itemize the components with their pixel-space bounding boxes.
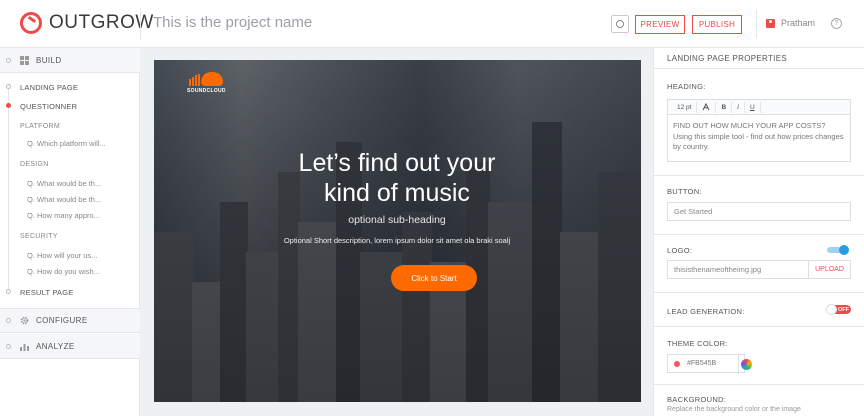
group-design: DESIGN bbox=[20, 161, 49, 168]
color-wheel-icon bbox=[741, 359, 752, 370]
heading-text[interactable]: FIND OUT HOW MUCH YOUR APP COSTS? Using … bbox=[668, 115, 850, 159]
project-name-field[interactable]: This is the project name bbox=[153, 14, 312, 31]
hero-title-line1: Let’s find out your bbox=[298, 149, 496, 177]
question-item[interactable]: Q. How do you wish... bbox=[27, 267, 100, 276]
divider bbox=[654, 384, 864, 385]
panel-title: LANDING PAGE PROPERTIES bbox=[667, 54, 787, 63]
publish-button[interactable]: PUBLISH bbox=[692, 15, 742, 34]
divider bbox=[654, 292, 864, 293]
heading-editor[interactable]: 12 pt B I U FIND OUT HOW MUCH YOUR APP C… bbox=[667, 99, 851, 162]
timeline-line bbox=[8, 84, 9, 294]
hero-title: Let’s find out your kind of music bbox=[154, 148, 641, 208]
bold-button[interactable]: B bbox=[716, 101, 733, 113]
button-text-input[interactable]: Get Started bbox=[667, 202, 851, 221]
hero-description: Optional Short description, lorem ipsum … bbox=[283, 236, 511, 245]
soundcloud-name: SOUNDCLOUD bbox=[187, 88, 226, 94]
question-item[interactable]: Q. Which platform will... bbox=[27, 139, 106, 148]
lead-generation-label: LEAD GENERATION: bbox=[667, 307, 745, 316]
editor-toolbar: 12 pt B I U bbox=[668, 100, 850, 115]
section-analyze[interactable]: ANALYZE bbox=[0, 334, 140, 359]
underline-button[interactable]: U bbox=[745, 101, 761, 113]
section-build[interactable]: BUILD bbox=[0, 48, 140, 73]
divider bbox=[654, 175, 864, 176]
question-item[interactable]: Q. What would be th... bbox=[27, 195, 101, 204]
brand-logo[interactable]: OUTGROW bbox=[20, 12, 154, 34]
text-color-icon[interactable] bbox=[697, 101, 717, 113]
italic-button[interactable]: I bbox=[732, 101, 745, 113]
timeline-dot bbox=[6, 318, 11, 323]
theme-color-label: THEME COLOR: bbox=[667, 339, 728, 348]
brand-name: OUTGROW bbox=[49, 12, 154, 33]
grid-icon bbox=[20, 55, 29, 65]
nav-questionner[interactable]: QUESTIONNER bbox=[20, 102, 77, 111]
lead-generation-toggle[interactable]: OFF bbox=[826, 304, 851, 315]
background-label: BACKGROUND: bbox=[667, 395, 727, 404]
logo-label: LOGO: bbox=[667, 246, 693, 255]
circle-icon bbox=[616, 20, 624, 28]
font-size-select[interactable]: 12 pt bbox=[672, 101, 698, 113]
bar-chart-icon bbox=[20, 343, 29, 351]
theme-color-value: #FB545B bbox=[687, 360, 717, 367]
section-analyze-label: ANALYZE bbox=[36, 341, 75, 351]
help-icon[interactable]: ? bbox=[831, 18, 842, 29]
question-item[interactable]: Q. How will your us... bbox=[27, 251, 97, 260]
section-configure-label: CONFIGURE bbox=[36, 316, 88, 325]
hero-title-line2: kind of music bbox=[324, 179, 470, 207]
preview-button[interactable]: PREVIEW bbox=[635, 15, 685, 34]
color-swatch bbox=[674, 360, 680, 367]
landing-page-preview: SOUNDCLOUD Let’s find out your kind of m… bbox=[154, 60, 641, 402]
timeline-dot bbox=[6, 84, 11, 89]
top-bar: OUTGROW This is the project name PREVIEW… bbox=[0, 0, 864, 48]
overlay bbox=[154, 60, 641, 402]
user-icon bbox=[766, 18, 775, 28]
soundcloud-logo: SOUNDCLOUD bbox=[187, 70, 227, 94]
settings-button[interactable] bbox=[611, 15, 629, 33]
gear-icon bbox=[20, 316, 29, 325]
hero-subheading: optional sub-heading bbox=[348, 214, 446, 226]
upload-button[interactable]: UPLOAD bbox=[809, 260, 851, 279]
properties-panel: LANDING PAGE PROPERTIES HEADING: 12 pt B… bbox=[653, 48, 864, 416]
group-platform: PLATFORM bbox=[20, 123, 60, 130]
question-item[interactable]: Q. What would be th... bbox=[27, 179, 101, 188]
timeline-dot-active bbox=[6, 103, 11, 108]
section-configure[interactable]: CONFIGURE bbox=[0, 308, 140, 333]
divider bbox=[654, 326, 864, 327]
logo-file-input[interactable]: thisisthenameoftheimg.jpg bbox=[667, 260, 809, 279]
soundcloud-icon bbox=[187, 70, 223, 86]
divider bbox=[654, 234, 864, 235]
user-name: Pratham bbox=[781, 18, 816, 28]
left-sidebar: BUILD LANDING PAGE QUESTIONNER PLATFORM … bbox=[0, 48, 140, 416]
divider bbox=[140, 8, 141, 40]
timeline-dot bbox=[6, 57, 11, 63]
logo-toggle[interactable] bbox=[827, 245, 849, 255]
background-hint: Replace the background color or the imag… bbox=[667, 406, 801, 413]
timeline-dot bbox=[6, 343, 11, 349]
outgrow-logo-icon bbox=[20, 12, 42, 34]
button-label: BUTTON: bbox=[667, 187, 702, 196]
timeline-dot bbox=[6, 289, 11, 294]
user-menu[interactable]: Pratham bbox=[766, 18, 815, 28]
heading-label: HEADING: bbox=[667, 82, 706, 91]
section-build-label: BUILD bbox=[36, 55, 62, 65]
nav-result-page[interactable]: RESULT PAGE bbox=[20, 288, 73, 297]
nav-landing-page[interactable]: LANDING PAGE bbox=[20, 83, 78, 92]
group-security: SECURITY bbox=[20, 233, 58, 240]
divider bbox=[654, 68, 864, 69]
divider bbox=[756, 10, 757, 38]
theme-color-input[interactable]: #FB545B bbox=[667, 354, 752, 374]
click-to-start-button[interactable]: Click to Start bbox=[391, 265, 477, 291]
question-item[interactable]: Q. How many appro... bbox=[27, 211, 100, 220]
